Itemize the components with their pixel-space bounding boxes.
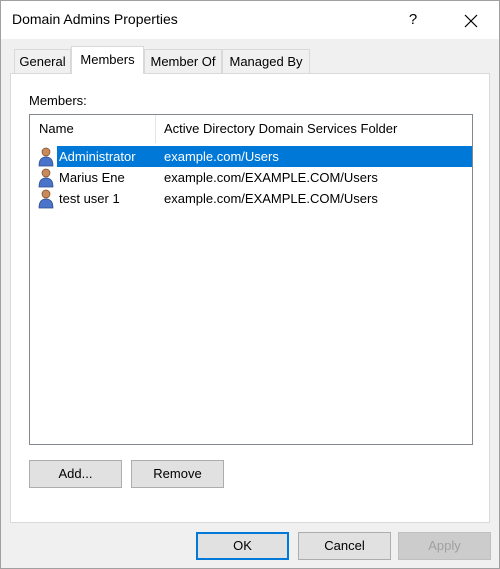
member-folder: example.com/EXAMPLE.COM/Users	[164, 191, 378, 206]
window-title: Domain Admins Properties	[12, 11, 178, 27]
title-bar: Domain Admins Properties ?	[1, 1, 499, 39]
member-folder: example.com/EXAMPLE.COM/Users	[164, 170, 378, 185]
apply-button[interactable]: Apply	[398, 532, 491, 560]
member-name: Marius Ene	[59, 170, 125, 185]
members-tab-panel: Members: Name Active Directory Domain Se…	[10, 73, 490, 523]
tab-general-label: General	[19, 54, 66, 69]
tab-general[interactable]: General	[14, 49, 71, 73]
tab-managed-by-label: Managed By	[229, 54, 303, 69]
list-item-marius-ene[interactable]: Marius Ene example.com/EXAMPLE.COM/Users	[30, 167, 472, 188]
help-button[interactable]: ?	[395, 1, 431, 39]
members-label: Members:	[29, 93, 87, 108]
tab-member-of-label: Member Of	[150, 54, 216, 69]
remove-button[interactable]: Remove	[131, 460, 224, 488]
user-icon	[38, 147, 54, 167]
user-icon	[38, 168, 54, 188]
cancel-button[interactable]: Cancel	[298, 532, 391, 560]
user-icon	[38, 189, 54, 209]
tab-member-of[interactable]: Member Of	[144, 49, 222, 73]
tab-managed-by[interactable]: Managed By	[222, 49, 310, 73]
list-item-test-user-1[interactable]: test user 1 example.com/EXAMPLE.COM/User…	[30, 188, 472, 209]
tab-members[interactable]: Members	[71, 46, 144, 74]
close-icon	[464, 14, 478, 28]
list-item-administrator[interactable]: Administrator example.com/Users	[30, 146, 472, 167]
column-separator[interactable]	[155, 115, 156, 143]
member-name: Administrator	[59, 149, 136, 164]
tab-members-label: Members	[80, 52, 135, 67]
column-header-name[interactable]: Name	[39, 115, 74, 143]
add-button[interactable]: Add...	[29, 460, 122, 488]
close-button[interactable]	[451, 1, 491, 39]
ok-button[interactable]: OK	[196, 532, 289, 560]
list-header: Name Active Directory Domain Services Fo…	[30, 115, 472, 143]
member-folder: example.com/Users	[164, 149, 279, 164]
properties-dialog: Domain Admins Properties ? General Membe…	[0, 0, 500, 569]
member-name: test user 1	[59, 191, 120, 206]
column-header-folder[interactable]: Active Directory Domain Services Folder	[164, 115, 397, 143]
members-list[interactable]: Name Active Directory Domain Services Fo…	[29, 114, 473, 445]
